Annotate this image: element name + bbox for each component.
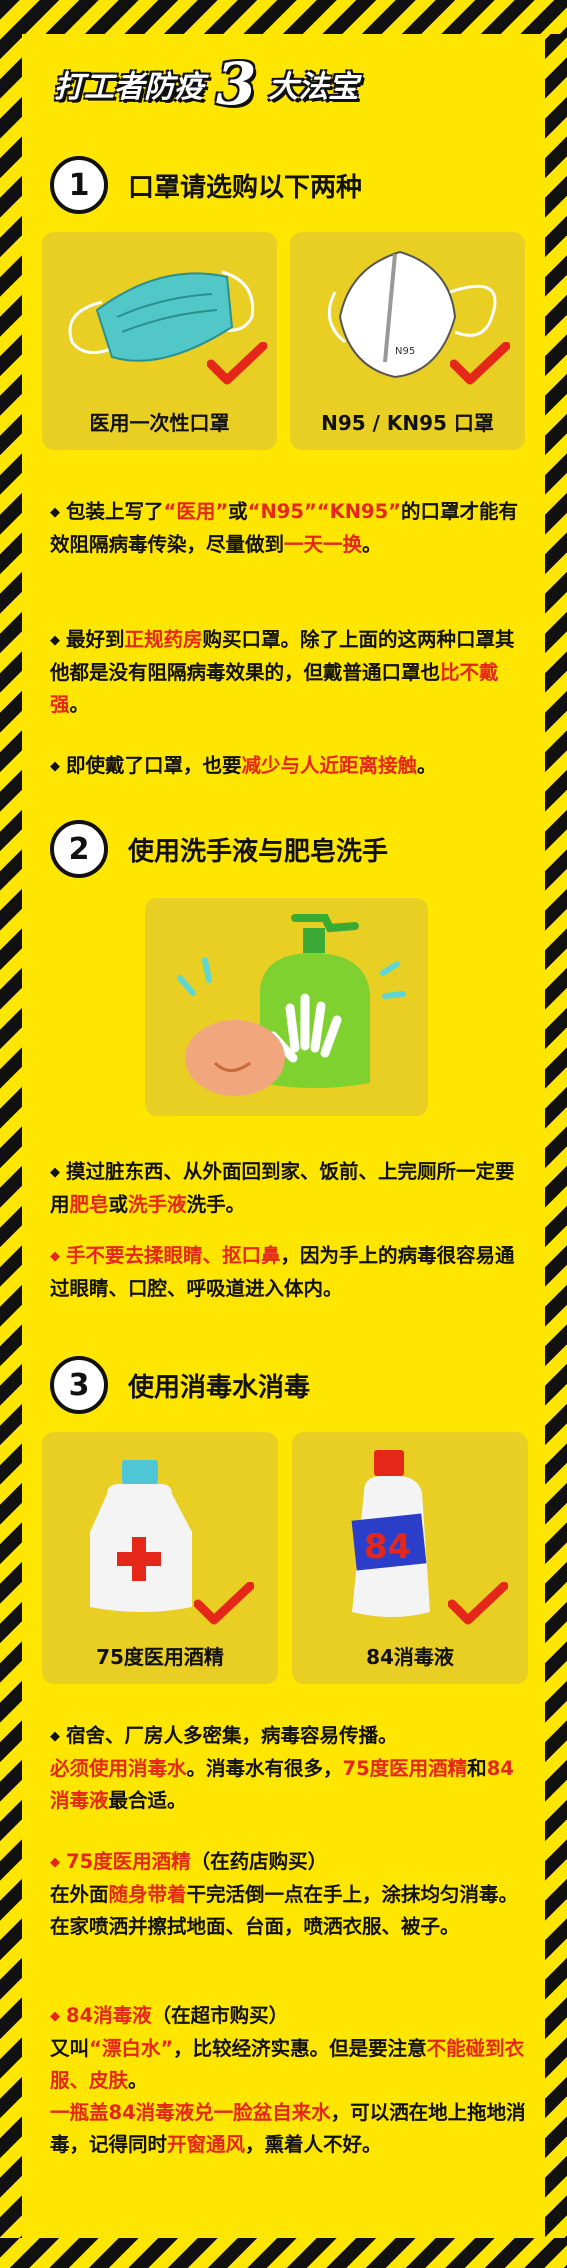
poster: 打工者防疫 3 大法宝 1 口罩请选购以下两种 医用一次性口罩 N95 N95 … [0, 0, 567, 2268]
bullet-icon: ◆ [50, 1854, 60, 1870]
left-hazard-stripe [0, 0, 22, 2268]
text-run: 宿舍、厂房人多密集，病毒容易传播。 [66, 1724, 398, 1747]
highlight-text: 必须使用消毒水 [50, 1756, 187, 1780]
section-1-heading: 1 口罩请选购以下两种 [50, 156, 362, 214]
text-run: 包装上写了 [66, 500, 164, 523]
section-3-para-2: ◆ 75度医用酒精（在药店购买） 在外面随身带着干完活倒一点在手上，涂抹均匀消毒。在… [50, 1846, 530, 1943]
section-1-para-3: ◆ 即使戴了口罩，也要减少与人近距离接触。 [50, 750, 530, 783]
section-1-para-2: ◆ 最好到正规药房购买口罩。除了上面的这两种口罩其他都是没有阻隔病毒效果的，但戴普… [50, 624, 530, 721]
section-1-para-1: ◆ 包装上写了“医用”或“N95”“KN95”的口罩才能有效阻隔病毒传染，尽量做到… [50, 496, 530, 561]
highlight-text: 75度医用酒精 [66, 1850, 191, 1873]
bullet-icon: ◆ [50, 2008, 60, 2024]
highlight-text: 一瓶盖84消毒液兑一脸盆自来水 [50, 2100, 331, 2124]
highlight-text: “医用” [163, 500, 229, 523]
highlight-text: 一天一换 [284, 532, 363, 556]
section-2-para-2: ◆ 手不要去揉眼睛、抠口鼻，因为手上的病毒很容易通过眼睛、口腔、呼吸道进入体内。 [50, 1240, 530, 1305]
highlight-text: 肥皂 [69, 1192, 109, 1216]
checkmark-icon [194, 1582, 254, 1625]
card-label: N95 / KN95 口罩 [321, 411, 494, 435]
text-run: 或 [228, 500, 248, 523]
text-run: 最好到 [66, 628, 125, 651]
section-2-heading: 2 使用洗手液与肥皂洗手 [50, 820, 388, 878]
text-run: 。 [417, 754, 437, 777]
soap-card [145, 898, 428, 1116]
section-number-badge: 1 [50, 156, 108, 214]
section-2-para-1: ◆ 摸过脏东西、从外面回到家、饭前、上完厕所一定要用肥皂或洗手液洗手。 [50, 1156, 530, 1221]
soap-and-handwash-icon [177, 914, 406, 1096]
text-run: 又叫 [50, 2036, 90, 2060]
highlight-text: 正规药房 [124, 628, 203, 651]
title-number: 3 [216, 50, 257, 118]
bleach-card: 84 84消毒液 [292, 1432, 528, 1684]
section-3-heading: 3 使用消毒水消毒 [50, 1356, 310, 1414]
page-title: 打工者防疫 3 大法宝 [54, 50, 359, 118]
bottom-hazard-stripe [0, 2238, 567, 2268]
highlight-text: 84消毒液 [66, 2004, 152, 2027]
bullet-icon: ◆ [50, 1248, 60, 1264]
text-run: 。 [128, 2068, 148, 2092]
text-run: （在超市购买） [151, 2004, 289, 2027]
text-run: 洗手。 [186, 1192, 246, 1216]
checkmark-icon [207, 342, 267, 385]
highlight-text: 手不要去揉眼睛、抠口鼻 [66, 1244, 281, 1267]
bullet-icon: ◆ [50, 1164, 60, 1180]
bullet-icon: ◆ [50, 758, 60, 774]
section-3-para-3: ◆ 84消毒液（在超市购买） 又叫“漂白水”，比较经济实惠。但是要注意不能碰到衣服、… [50, 2000, 530, 2161]
text-run: 。 [69, 692, 90, 716]
section-title: 口罩请选购以下两种 [128, 172, 363, 203]
bullet-icon: ◆ [50, 1728, 60, 1744]
highlight-text: 随身带着 [108, 1882, 187, 1906]
n95-mask-print: N95 [395, 346, 415, 357]
text-run: 最合适。 [108, 1788, 187, 1812]
right-hazard-stripe [545, 0, 567, 2268]
alcohol-card: 75度医用酒精 [42, 1432, 278, 1684]
bullet-icon: ◆ [50, 632, 60, 648]
highlight-text: “KN95” [316, 500, 401, 523]
bleach-bottle-label: 84 [364, 1527, 411, 1567]
highlight-text: 开窗通风 [167, 2132, 246, 2156]
text-run: 即使戴了口罩，也要 [66, 754, 242, 777]
card-label: 84消毒液 [366, 1645, 454, 1669]
highlight-text: 75度医用酒精 [342, 1756, 468, 1780]
card-label: 医用一次性口罩 [89, 411, 230, 435]
surgical-mask-card: 医用一次性口罩 [42, 232, 277, 450]
section-number-badge: 2 [50, 820, 108, 878]
checkmark-icon [448, 1582, 508, 1625]
highlight-text: 洗手液 [128, 1192, 187, 1216]
bullet-icon: ◆ [50, 504, 60, 520]
text-run: 或 [108, 1192, 129, 1216]
highlight-text: “漂白水” [89, 2036, 174, 2060]
text-run: 在外面 [50, 1882, 109, 1906]
text-run: ，熏着人不好。 [245, 2132, 382, 2156]
section-number-badge: 3 [50, 1356, 108, 1414]
text-run: 和 [467, 1756, 487, 1780]
section-3-para-1: ◆ 宿舍、厂房人多密集，病毒容易传播。必须使用消毒水。消毒水有很多，75度医用酒精… [50, 1720, 530, 1817]
section-title: 使用洗手液与肥皂洗手 [128, 836, 389, 867]
section-title: 使用消毒水消毒 [128, 1372, 311, 1403]
text-run: ，比较经济实惠。但是要注意 [173, 2036, 427, 2060]
checkmark-icon [450, 342, 510, 385]
n95-mask-card: N95 N95 / KN95 口罩 [290, 232, 525, 450]
top-hazard-stripe [0, 0, 567, 34]
text-run: 。消毒水有很多， [186, 1756, 343, 1780]
highlight-text: 减少与人近距离接触 [241, 754, 418, 777]
card-label: 75度医用酒精 [96, 1645, 224, 1669]
title-prefix: 打工者防疫 [54, 70, 204, 105]
text-run: （在药店购买） [190, 1850, 328, 1873]
highlight-text: “N95” [247, 500, 317, 523]
text-run: 。 [362, 532, 382, 556]
title-suffix: 大法宝 [268, 70, 359, 105]
